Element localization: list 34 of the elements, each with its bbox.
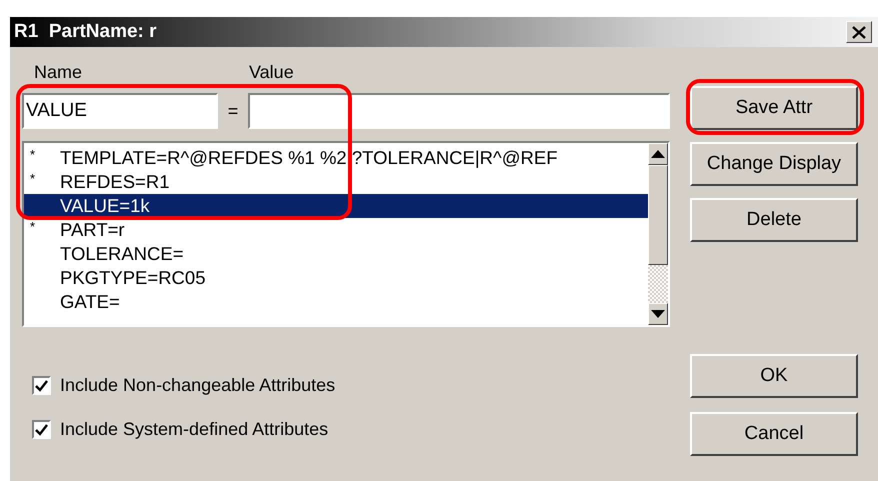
checkbox[interactable] (32, 376, 51, 395)
list-item[interactable]: PKGTYPE=RC05 (24, 266, 648, 290)
list-item[interactable]: VALUE=1k (24, 194, 648, 218)
action-button[interactable]: Delete (690, 198, 858, 242)
down-arrow-icon (651, 310, 665, 318)
dialog-button[interactable]: Cancel (690, 412, 858, 456)
checkbox[interactable] (32, 420, 51, 439)
asterisk-marker: * (29, 170, 36, 188)
list-item[interactable]: * REFDES=R1 (24, 170, 648, 194)
asterisk-marker: * (29, 218, 36, 236)
action-button[interactable]: Change Display (690, 142, 858, 186)
checkbox-label: Include System-defined Attributes (60, 419, 328, 440)
asterisk-marker: * (29, 146, 36, 164)
equals-sign: = (226, 100, 240, 122)
scroll-up-button[interactable] (648, 143, 668, 165)
list-item[interactable]: GATE= (24, 290, 648, 314)
name-label: Name (34, 62, 84, 83)
close-icon (852, 26, 866, 38)
list-item[interactable]: * TEMPLATE=R^@REFDES %1 %2 ?TOLERANCE|R^@REF (24, 146, 648, 170)
scroll-down-button[interactable] (648, 303, 668, 325)
window-title: R1 PartName: r (14, 21, 157, 43)
checkbox-label: Include Non-changeable Attributes (60, 375, 336, 396)
up-arrow-icon (651, 150, 665, 158)
list-item[interactable]: * PART=r (24, 218, 648, 242)
dialog-button[interactable]: OK (690, 354, 858, 398)
attribute-list[interactable]: * TEMPLATE=R^@REFDES %1 %2 ?TOLERANCE|R^@REF * REFDES=R1 VALUE=1k * PART=r TOLERANCE= PKGTYPE=RC05 GATE= (22, 141, 670, 327)
scrollbar[interactable] (648, 143, 668, 325)
name-field[interactable]: VALUE (22, 93, 218, 129)
action-button[interactable]: Save Attr (690, 86, 858, 130)
value-field[interactable] (248, 93, 670, 129)
value-label: Value (249, 62, 294, 83)
close-button[interactable] (846, 21, 872, 43)
scroll-thumb[interactable] (648, 165, 668, 265)
list-item[interactable]: TOLERANCE= (24, 242, 648, 266)
